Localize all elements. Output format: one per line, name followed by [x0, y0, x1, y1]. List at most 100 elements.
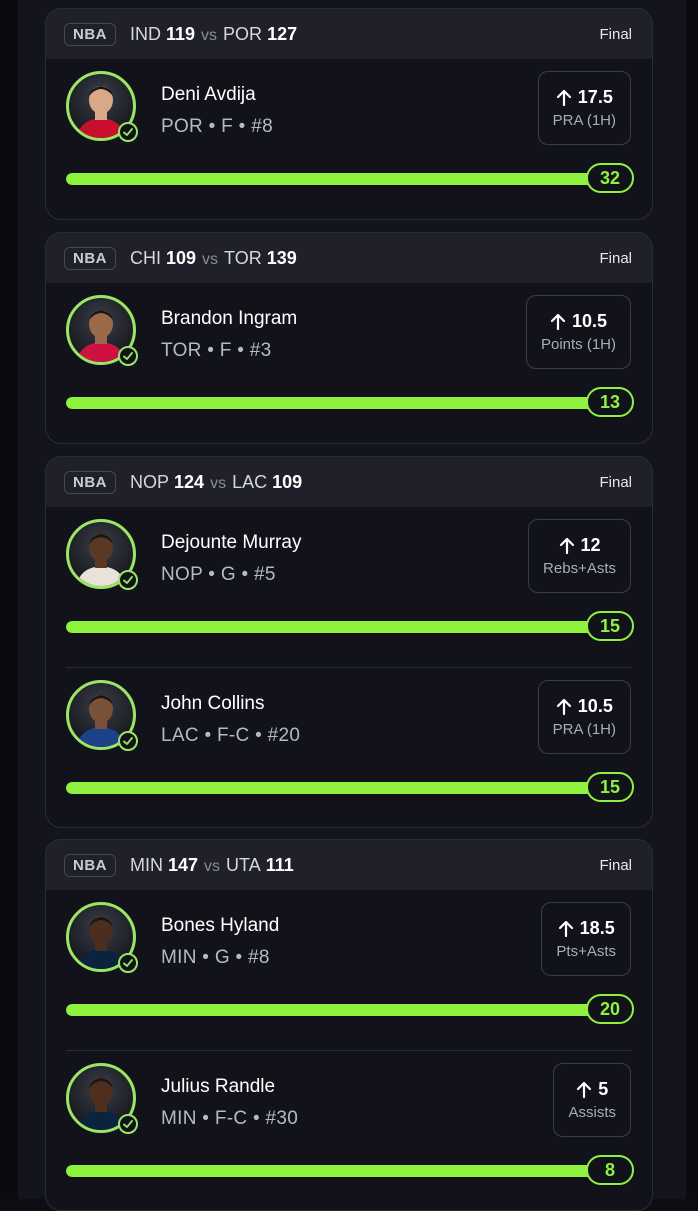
player-meta: TOR • F • #3: [161, 340, 272, 361]
player-meta: LAC • F-C • #20: [161, 725, 301, 746]
arrow-up-icon: [558, 920, 573, 937]
prop-line-value: 18.5: [579, 918, 615, 938]
progress-fill: [66, 173, 606, 185]
progress-fill: [66, 1165, 606, 1177]
vs-label: vs: [210, 474, 227, 492]
result-value: 15: [586, 772, 634, 802]
game-status: Final: [599, 856, 632, 874]
game-header: NBA MIN 147 vs UTA 111 Final: [46, 840, 652, 890]
game-card[interactable]: NBA IND 119 vs POR 127 Final Deni Avdija…: [45, 8, 653, 220]
matchup: NOP 124 vs LAC 109: [130, 472, 302, 493]
league-badge: NBA: [64, 853, 116, 877]
prop-line-value: 10.5: [571, 311, 607, 331]
away-score: 109: [166, 247, 197, 268]
matchup: CHI 109 vs TOR 139: [130, 248, 297, 269]
prop-line-box[interactable]: 10.5 Points (1H): [525, 295, 631, 369]
player-name: John Collins: [161, 693, 265, 714]
home-team: POR: [223, 23, 263, 44]
arrow-up-icon: [577, 1081, 592, 1098]
home-score: 127: [267, 23, 298, 44]
prop-stat-type: Assists: [568, 1104, 616, 1121]
prop-line-value: 12: [580, 535, 601, 555]
player-name: Dejounte Murray: [161, 532, 302, 553]
player-prop-row[interactable]: Brandon Ingram TOR • F • #3 10.5 Points …: [46, 283, 652, 443]
player-name: Deni Avdija: [161, 84, 256, 105]
player-meta: NOP • G • #5: [161, 564, 276, 585]
prop-stat-type: Pts+Asts: [556, 943, 616, 960]
verified-check-icon: [118, 346, 138, 366]
game-header: NBA NOP 124 vs LAC 109 Final: [46, 457, 652, 507]
game-card[interactable]: NBA MIN 147 vs UTA 111 Final Bones Hylan…: [45, 839, 653, 1211]
home-score: 109: [272, 471, 303, 492]
vs-label: vs: [201, 26, 218, 44]
result-value: 20: [586, 994, 634, 1024]
player-prop-row[interactable]: Bones Hyland MIN • G • #8 18.5 Pts+Asts …: [46, 890, 652, 1050]
arrow-up-icon: [559, 537, 574, 554]
prop-line-box[interactable]: 17.5 PRA (1H): [537, 71, 631, 145]
prop-stat-type: Rebs+Asts: [543, 560, 616, 577]
progress-track: [66, 397, 606, 409]
prop-line-box[interactable]: 10.5 PRA (1H): [537, 680, 631, 754]
result-value: 13: [586, 387, 634, 417]
away-team: IND: [130, 23, 161, 44]
arrow-up-icon: [556, 698, 571, 715]
home-team: TOR: [224, 247, 262, 268]
home-team: UTA: [226, 854, 261, 875]
player-prop-row[interactable]: Dejounte Murray NOP • G • #5 12 Rebs+Ast…: [46, 507, 652, 667]
progress-track: [66, 1165, 606, 1177]
player-meta: POR • F • #8: [161, 116, 273, 137]
player-name: Bones Hyland: [161, 915, 280, 936]
game-status: Final: [599, 473, 632, 491]
player-prop-row[interactable]: Julius Randle MIN • F-C • #30 5 Assists …: [66, 1050, 634, 1210]
prop-line-box[interactable]: 18.5 Pts+Asts: [541, 902, 631, 976]
progress-fill: [66, 397, 606, 409]
verified-check-icon: [118, 122, 138, 142]
player-prop-row[interactable]: Deni Avdija POR • F • #8 17.5 PRA (1H) 3…: [46, 59, 652, 219]
left-edge: [0, 0, 18, 1199]
game-status: Final: [599, 249, 632, 267]
game-header: NBA IND 119 vs POR 127 Final: [46, 9, 652, 59]
player-meta: MIN • F-C • #30: [161, 1108, 299, 1129]
prop-line-box[interactable]: 5 Assists: [553, 1063, 631, 1137]
progress-track: [66, 1004, 606, 1016]
prop-line-box[interactable]: 12 Rebs+Asts: [528, 519, 631, 593]
away-team: MIN: [130, 854, 163, 875]
game-card[interactable]: NBA CHI 109 vs TOR 139 Final Brandon Ing…: [45, 232, 653, 444]
prop-stat-type: Points (1H): [540, 336, 616, 353]
progress-track: [66, 621, 606, 633]
progress-fill: [66, 1004, 606, 1016]
away-team: CHI: [130, 247, 161, 268]
home-score: 111: [265, 854, 294, 875]
app-frame: NBA IND 119 vs POR 127 Final Deni Avdija…: [0, 0, 698, 1211]
away-team: NOP: [130, 471, 170, 492]
verified-check-icon: [118, 1114, 138, 1134]
matchup: IND 119 vs POR 127: [130, 24, 297, 45]
vs-label: vs: [202, 250, 219, 268]
verified-check-icon: [118, 570, 138, 590]
prop-stat-type: PRA (1H): [552, 112, 616, 129]
away-score: 147: [168, 854, 199, 875]
result-value: 15: [586, 611, 634, 641]
home-score: 139: [266, 247, 297, 268]
matchup: MIN 147 vs UTA 111: [130, 855, 294, 876]
progress-track: [66, 782, 606, 794]
result-value: 8: [586, 1155, 634, 1185]
player-meta: MIN • G • #8: [161, 947, 270, 968]
prop-stat-type: PRA (1H): [552, 721, 616, 738]
right-edge: [686, 0, 698, 1199]
progress-fill: [66, 782, 606, 794]
game-card[interactable]: NBA NOP 124 vs LAC 109 Final Dejounte Mu…: [45, 456, 653, 828]
verified-check-icon: [118, 731, 138, 751]
arrow-up-icon: [550, 313, 566, 330]
home-team: LAC: [232, 471, 268, 492]
player-name: Julius Randle: [161, 1076, 276, 1097]
player-prop-row[interactable]: John Collins LAC • F-C • #20 10.5 PRA (1…: [66, 667, 634, 827]
arrow-up-icon: [556, 89, 571, 106]
prop-line-value: 10.5: [577, 696, 613, 716]
progress-track: [66, 173, 606, 185]
away-score: 119: [166, 23, 196, 44]
prop-line-value: 5: [598, 1079, 609, 1099]
game-header: NBA CHI 109 vs TOR 139 Final: [46, 233, 652, 283]
progress-fill: [66, 621, 606, 633]
verified-check-icon: [118, 953, 138, 973]
